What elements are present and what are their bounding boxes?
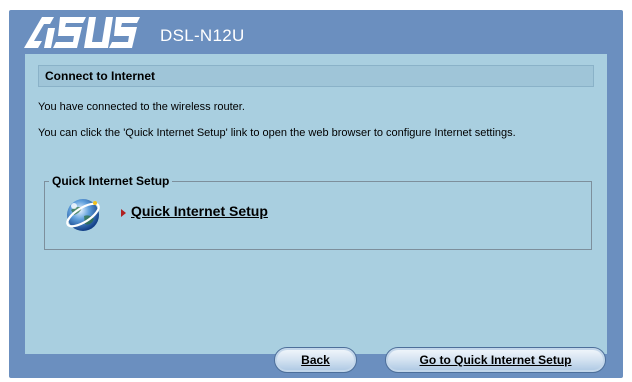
back-button[interactable]: Back bbox=[274, 347, 357, 373]
content-panel: Connect to Internet You have connected t… bbox=[25, 54, 607, 354]
quick-setup-link[interactable]: Quick Internet Setup bbox=[131, 203, 268, 219]
quick-setup-group: Quick Internet Setup Quick Internet Setu bbox=[44, 174, 592, 250]
model-name: DSL-N12U bbox=[160, 26, 245, 45]
connected-message: You have connected to the wireless route… bbox=[38, 101, 245, 113]
instruction-message: You can click the 'Quick Internet Setup'… bbox=[38, 127, 516, 139]
asus-logo bbox=[24, 17, 140, 48]
arrow-right-icon bbox=[121, 209, 126, 217]
installer-window: DSL-N12U Connect to Internet You have co… bbox=[9, 10, 623, 378]
quick-setup-legend: Quick Internet Setup bbox=[49, 174, 173, 188]
section-title: Connect to Internet bbox=[38, 65, 594, 87]
go-to-quick-setup-button[interactable]: Go to Quick Internet Setup bbox=[385, 347, 606, 373]
globe-icon[interactable] bbox=[64, 196, 102, 234]
